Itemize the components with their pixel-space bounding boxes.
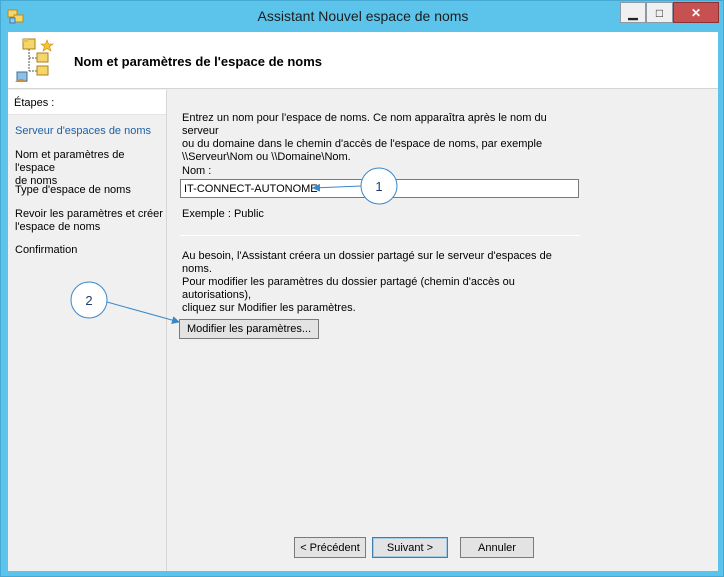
namespace-tree-icon [15,38,54,82]
info-line: cliquez sur Modifier les paramètres. [182,302,356,314]
step-label: Confirmation [15,244,78,256]
info-line: Au besoin, l'Assistant créera un dossier… [182,250,552,275]
minimize-icon: ▁ [628,5,638,20]
next-button[interactable]: Suivant > [372,537,448,558]
step-namespace-server[interactable]: Serveur d'espaces de noms [15,125,165,138]
close-button[interactable]: ✕ [673,2,719,23]
intro-text: Entrez un nom pour l'espace de noms. Ce … [182,112,582,164]
steps-sidebar: Étapes : Serveur d'espaces de noms Nom e… [8,90,167,571]
step-label: Revoir les paramètres et créer [15,208,163,220]
divider [180,235,580,236]
namespace-name-input[interactable] [180,179,579,198]
step-confirmation[interactable]: Confirmation [15,244,165,257]
example-text: Exemple : Public [182,208,264,220]
intro-line: \\Serveur\Nom ou \\Domaine\Nom. [182,151,351,163]
close-icon: ✕ [690,5,702,20]
step-label: Nom et paramètres de l'espace [15,149,125,174]
step-label: Type d'espace de noms [15,184,131,196]
main-panel: Entrez un nom pour l'espace de noms. Ce … [174,90,718,515]
maximize-icon: □ [655,5,664,20]
cancel-button[interactable]: Annuler [460,537,534,558]
title-bar[interactable]: Assistant Nouvel espace de noms ▁ □ ✕ [1,1,723,32]
step-namespace-name[interactable]: Nom et paramètres de l'espace de noms [15,149,165,188]
wizard-client-area: Nom et paramètres de l'espace de noms Ét… [8,32,718,571]
wizard-header: Nom et paramètres de l'espace de noms [8,32,718,89]
page-title: Nom et paramètres de l'espace de noms [74,54,323,69]
previous-button[interactable]: < Précédent [294,537,366,558]
info-line: Pour modifier les paramètres du dossier … [182,276,515,301]
modify-settings-button[interactable]: Modifier les paramètres... [179,319,319,339]
step-namespace-type[interactable]: Type d'espace de noms [15,184,165,197]
maximize-button[interactable]: □ [646,2,673,23]
info-text: Au besoin, l'Assistant créera un dossier… [182,250,582,315]
name-label: Nom : [182,165,212,177]
intro-line: ou du domaine dans le chemin d'accès de … [182,138,543,150]
wizard-footer: < Précédent Suivant > Annuler [8,515,718,571]
step-label: l'espace de noms [15,221,101,233]
wizard-window: Assistant Nouvel espace de noms ▁ □ ✕ No… [0,0,724,577]
step-review-settings[interactable]: Revoir les paramètres et créer l'espace … [15,208,165,234]
step-label: Serveur d'espaces de noms [15,125,152,137]
minimize-button[interactable]: ▁ [620,2,646,23]
intro-line: Entrez un nom pour l'espace de noms. Ce … [182,112,547,137]
window-title: Assistant Nouvel espace de noms [257,8,469,24]
steps-heading: Étapes : [8,90,166,115]
